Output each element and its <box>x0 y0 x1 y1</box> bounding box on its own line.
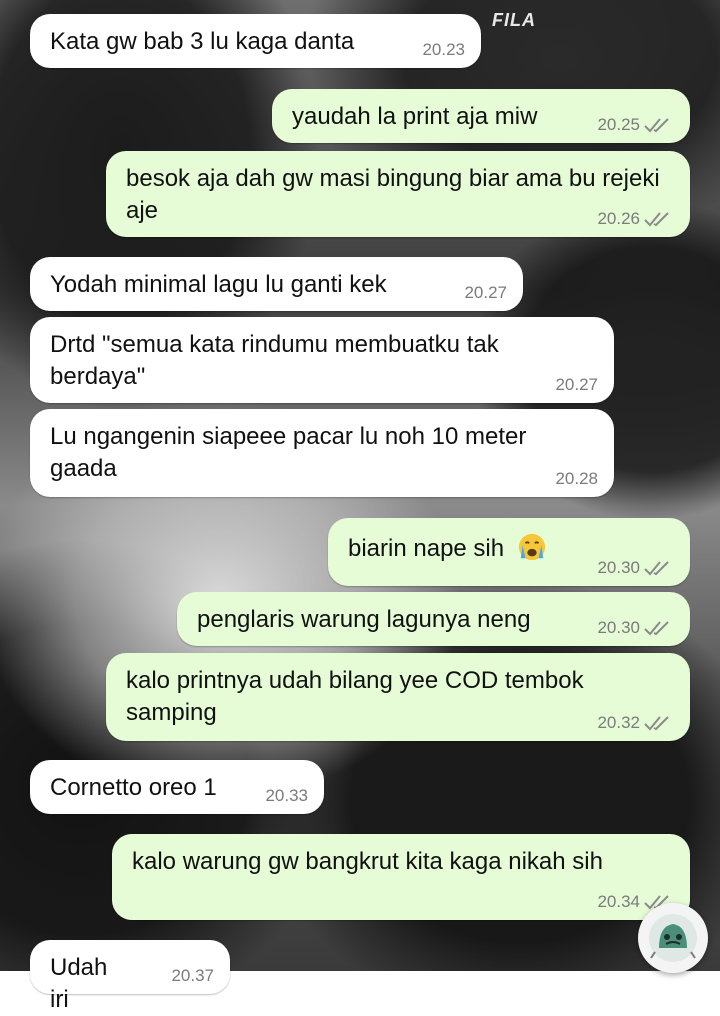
message-bubble-outgoing[interactable]: yaudah la print aja miw 20.25 <box>272 89 690 143</box>
double-check-icon <box>644 716 669 731</box>
message-time: 20.27 <box>464 283 507 302</box>
double-check-icon <box>644 212 669 227</box>
message-time: 20.23 <box>422 40 465 59</box>
message-time: 20.34 <box>597 892 640 911</box>
message-bubble-incoming[interactable]: Drtd "semua kata rindumu membuatku tak b… <box>30 317 614 403</box>
message-time: 20.25 <box>597 115 640 134</box>
message-bubble-outgoing[interactable]: besok aja dah gw masi bingung biar ama b… <box>106 151 690 237</box>
message-time: 20.28 <box>555 469 598 488</box>
message-time: 20.33 <box>265 786 308 805</box>
message-text: Kata gw bab 3 lu kaga danta <box>50 28 355 55</box>
message-bubble-outgoing[interactable]: kalo printnya udah bilang yee COD tembok… <box>106 653 690 741</box>
sticker-face-icon <box>649 914 697 962</box>
floating-sticker-button[interactable] <box>638 903 708 973</box>
message-bubble-incoming[interactable]: Yodah minimal lagu lu ganti kek 20.27 <box>30 257 523 311</box>
message-text: kalo warung gw bangkrut kita kaga nikah … <box>132 848 603 875</box>
wallpaper-brand-text: FILA <box>492 10 536 30</box>
message-bubble-incoming[interactable]: Kata gw bab 3 lu kaga danta 20.23 <box>30 14 481 68</box>
message-text: besok aja dah gw masi bingung biar ama b… <box>126 165 660 224</box>
message-time: 20.30 <box>597 618 640 637</box>
message-bubble-outgoing[interactable]: penglaris warung lagunya neng 20.30 <box>177 592 690 646</box>
message-text: biarin nape sih <box>348 535 505 562</box>
message-bubble-incoming[interactable]: Udah iri 20.37 <box>30 940 230 1013</box>
crying-face-emoji-icon <box>518 533 545 561</box>
message-text: Drtd "semua kata rindumu membuatku tak b… <box>50 331 499 390</box>
double-check-icon <box>644 561 669 576</box>
message-text: Yodah minimal lagu lu ganti kek <box>50 271 387 298</box>
message-bubble-outgoing[interactable]: biarin nape sih 20.30 <box>328 518 690 586</box>
double-check-icon <box>644 118 669 133</box>
message-text: kalo printnya udah bilang yee COD tembok… <box>126 667 584 726</box>
message-bubble-incoming[interactable]: Lu ngangenin siapeee pacar lu noh 10 met… <box>30 409 614 497</box>
double-check-icon <box>644 621 669 636</box>
message-time: 20.30 <box>597 558 640 577</box>
message-bubble-incoming[interactable]: Cornetto oreo 1 20.33 <box>30 760 324 814</box>
message-bubble-outgoing[interactable]: kalo warung gw bangkrut kita kaga nikah … <box>112 834 690 920</box>
message-time: 20.26 <box>597 209 640 228</box>
message-time: 20.37 <box>171 966 214 985</box>
message-time: 20.27 <box>555 375 598 394</box>
message-time: 20.32 <box>597 713 640 732</box>
message-text: Lu ngangenin siapeee pacar lu noh 10 met… <box>50 423 527 482</box>
